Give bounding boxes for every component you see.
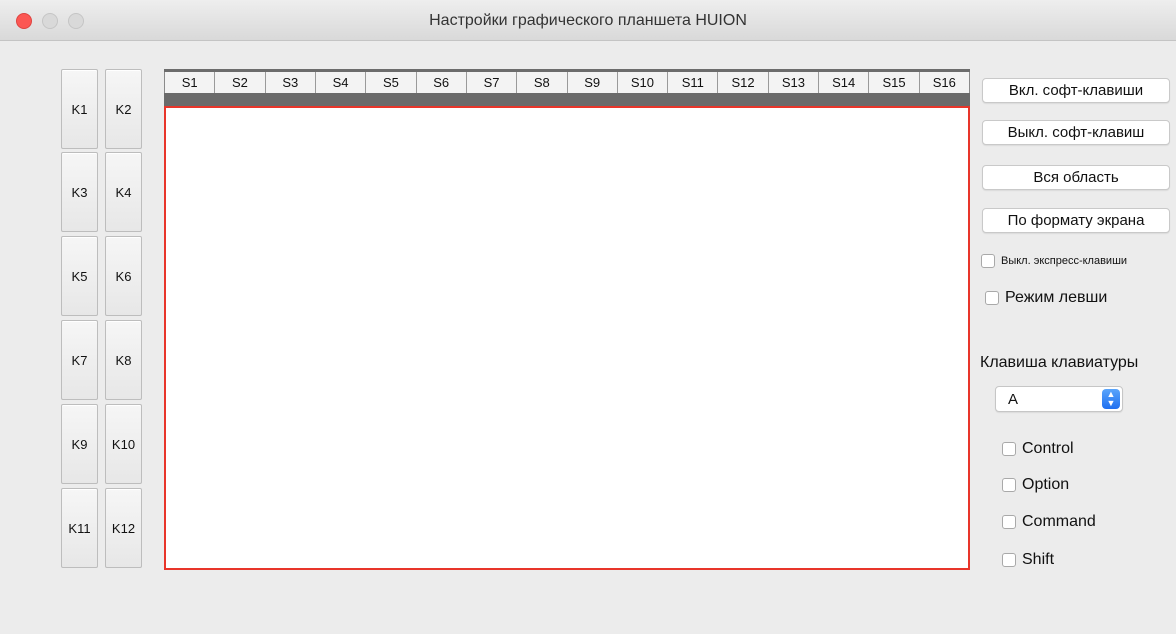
left-hand-mode-checkbox[interactable] [985,291,999,305]
left-hand-mode-label: Режим левши [1005,289,1108,306]
disable-express-keys-option[interactable]: Выкл. экспресс-клавиши [981,254,1127,268]
express-key-k11[interactable]: K11 [61,488,98,568]
shift-label: Shift [1022,551,1055,568]
express-key-k8[interactable]: K8 [105,320,142,400]
express-key-k10[interactable]: K10 [105,404,142,484]
soft-key-tab-s8[interactable]: S8 [516,72,567,93]
control-checkbox[interactable] [1002,442,1016,456]
soft-key-tab-s11[interactable]: S11 [667,72,718,93]
express-key-k2[interactable]: K2 [105,69,142,149]
express-key-k1[interactable]: K1 [61,69,98,149]
option-label: Option [1022,476,1070,493]
control-modifier-option[interactable]: Control [1002,440,1074,458]
express-key-k4[interactable]: K4 [105,152,142,232]
express-key-k12[interactable]: K12 [105,488,142,568]
select-arrows-icon: ▲ ▼ [1102,389,1120,409]
keyboard-key-value: A [1008,391,1019,408]
disable-express-keys-checkbox[interactable] [981,254,995,268]
left-hand-mode-option[interactable]: Режим левши [985,289,1107,307]
option-checkbox[interactable] [1002,478,1016,492]
soft-key-tab-s10[interactable]: S10 [616,72,668,93]
shift-modifier-option[interactable]: Shift [1002,551,1054,569]
soft-key-tab-s12[interactable]: S12 [717,72,768,93]
command-modifier-option[interactable]: Command [1002,513,1096,531]
soft-key-tab-s14[interactable]: S14 [818,72,869,93]
soft-key-tab-s4[interactable]: S4 [314,72,366,93]
soft-key-tab-s5[interactable]: S5 [365,72,416,93]
control-label: Control [1022,440,1074,457]
soft-key-tab-bar: S1 S2 S3 S4 S5 S6 S7 S8 S9 S10 S11 S12 S… [164,69,970,93]
soft-key-tab-s2[interactable]: S2 [214,72,265,93]
soft-key-tab-s3[interactable]: S3 [264,72,315,93]
soft-key-tab-s7[interactable]: S7 [465,72,517,93]
disable-soft-keys-button[interactable]: Выкл. софт-клавиш [982,120,1170,145]
screen-format-button[interactable]: По формату экрана [982,208,1170,233]
soft-key-strip [164,93,970,106]
express-key-k5[interactable]: K5 [61,236,98,316]
express-key-k7[interactable]: K7 [61,320,98,400]
title-bar: Настройки графического планшета HUION [0,0,1176,41]
enable-soft-keys-button[interactable]: Вкл. софт-клавиши [982,78,1170,103]
express-key-k6[interactable]: K6 [105,236,142,316]
soft-key-tab-s6[interactable]: S6 [415,72,466,93]
express-key-k3[interactable]: K3 [61,152,98,232]
full-area-button[interactable]: Вся область [982,165,1170,190]
express-key-k9[interactable]: K9 [61,404,98,484]
keyboard-key-select[interactable]: A ▲ ▼ [995,386,1123,412]
soft-key-tab-s9[interactable]: S9 [566,72,617,93]
command-label: Command [1022,513,1096,530]
disable-express-keys-label: Выкл. экспресс-клавиши [1001,255,1128,267]
soft-key-tab-s15[interactable]: S15 [868,72,919,93]
option-modifier-option[interactable]: Option [1002,476,1069,494]
tablet-active-area[interactable] [164,106,970,570]
soft-key-tab-s16[interactable]: S16 [918,72,970,93]
soft-key-tab-s1[interactable]: S1 [164,72,215,93]
command-checkbox[interactable] [1002,515,1016,529]
soft-key-tab-s13[interactable]: S13 [767,72,819,93]
window-title: Настройки графического планшета HUION [429,12,747,29]
keyboard-key-label: Клавиша клавиатуры [980,354,1139,371]
shift-checkbox[interactable] [1002,553,1016,567]
